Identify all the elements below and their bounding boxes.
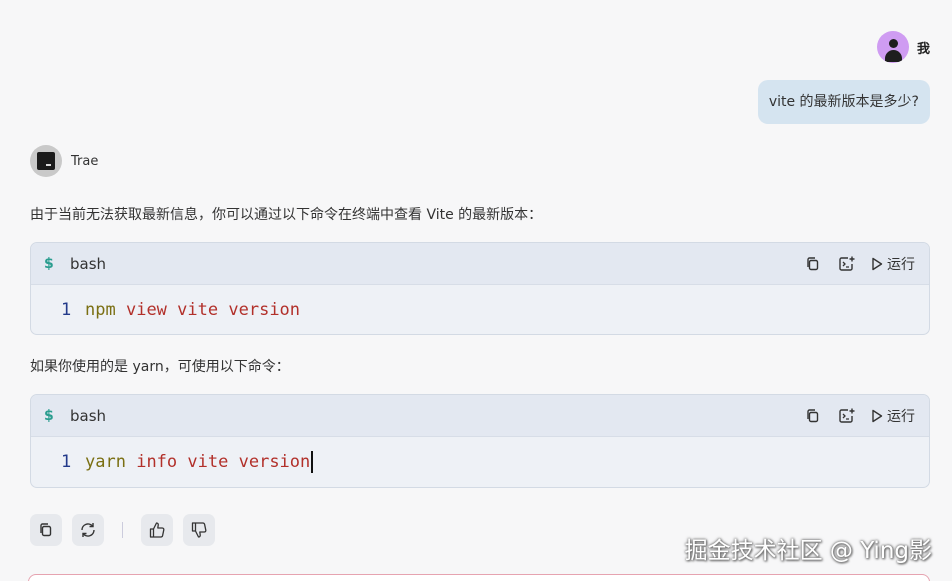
assistant-header: Trae (30, 145, 98, 177)
copy-icon (807, 408, 819, 422)
chat-input-box[interactable] (28, 574, 930, 581)
action-divider (122, 522, 123, 538)
like-button[interactable] (141, 514, 173, 546)
code-block: $ bash 运行 1 npm view vite version (30, 242, 930, 335)
run-code-button[interactable]: 运行 (871, 406, 915, 426)
assistant-name: Trae (71, 153, 99, 169)
code-line[interactable]: 1 npm view vite version (31, 285, 929, 334)
code-token: version (238, 452, 311, 472)
code-language-label: bash (70, 254, 107, 273)
code-token: view (125, 300, 167, 320)
user-header: 我 (876, 31, 930, 63)
copy-message-button[interactable] (30, 514, 62, 546)
assistant-middle-text: 如果你使用的是 yarn，可使用以下命令： (30, 359, 290, 375)
refresh-icon (81, 523, 95, 537)
copy-icon (40, 523, 52, 537)
insert-to-editor-icon (839, 408, 855, 423)
insert-to-editor-icon (839, 256, 855, 271)
code-block: $ bash 运行 1 yarn info vite version (30, 394, 930, 488)
insert-code-button[interactable] (837, 254, 857, 274)
line-number: 1 (61, 300, 72, 320)
dislike-button[interactable] (183, 514, 215, 546)
watermark: 掘金技术社区 @ Ying影 (684, 538, 932, 564)
user-avatar (876, 31, 909, 63)
code-block-header: $ bash 运行 (31, 243, 929, 285)
code-token: yarn (85, 452, 126, 472)
copy-icon (807, 256, 819, 270)
message-actions (30, 514, 215, 546)
code-token: version (228, 300, 301, 320)
code-line[interactable]: 1 yarn info vite version (31, 437, 929, 487)
run-label: 运行 (887, 256, 915, 273)
text-cursor (311, 451, 314, 473)
code-block-header: $ bash 运行 (31, 395, 929, 437)
copy-code-button[interactable] (803, 254, 823, 274)
code-token: info (136, 452, 178, 472)
assistant-intro-text: 由于当前无法获取最新信息，你可以通过以下命令在终端中查看 Vite 的最新版本： (30, 207, 543, 223)
user-name: 我 (916, 41, 930, 57)
copy-code-button[interactable] (803, 406, 823, 426)
run-label: 运行 (887, 408, 915, 425)
code-token: vite (187, 452, 229, 472)
regenerate-button[interactable] (72, 514, 104, 546)
play-icon (872, 257, 883, 270)
thumbs-down-icon (191, 522, 207, 538)
terminal-dollar-icon: $ (44, 255, 54, 272)
line-number: 1 (61, 452, 72, 472)
assistant-avatar (30, 145, 62, 177)
code-token: npm (85, 300, 116, 320)
code-token: vite (177, 300, 219, 320)
user-message-bubble: vite 的最新版本是多少? (757, 80, 930, 124)
terminal-dollar-icon: $ (44, 407, 54, 424)
play-icon (872, 409, 883, 422)
insert-code-button[interactable] (837, 406, 857, 426)
code-language-label: bash (70, 406, 107, 425)
thumbs-up-icon (149, 522, 165, 538)
run-code-button[interactable]: 运行 (871, 254, 915, 274)
